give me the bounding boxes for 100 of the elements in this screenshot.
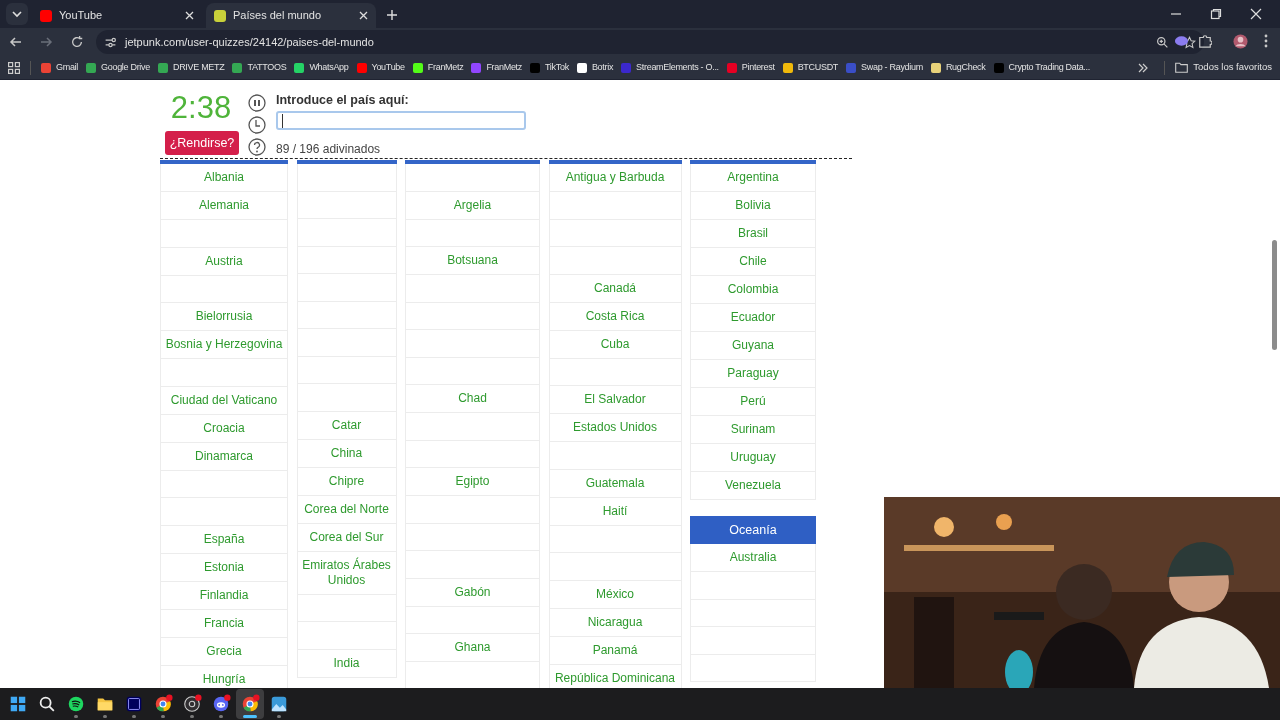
restore-icon[interactable] (1210, 8, 1222, 20)
answer-cell: Botsuana (405, 247, 540, 275)
answer-cell: Gabón (405, 578, 540, 607)
recorder-icon[interactable] (182, 694, 202, 714)
prompt-label: Introduce el país aquí: (276, 93, 410, 107)
answer-cell: Ecuador (690, 304, 816, 332)
answer-cell: Finlandia (160, 581, 288, 610)
answer-cell: Antigua y Barbuda (548, 164, 682, 192)
bookmark[interactable]: Google Drive (86, 60, 150, 75)
star-icon[interactable] (1183, 35, 1196, 49)
answer-cell: Emiratos Árabes Unidos (296, 551, 397, 595)
browser-icon[interactable] (153, 694, 173, 714)
answer-cell: Egipto (405, 468, 540, 496)
answer-cell: Estonia (160, 553, 288, 582)
chat-app-icon[interactable] (211, 694, 231, 714)
answer-cell: Alemania (160, 192, 288, 220)
site-settings-icon[interactable] (104, 35, 117, 49)
bookmark[interactable]: RugCheck (930, 60, 986, 75)
answer-cell: Bosnia y Herzegovina (160, 331, 288, 359)
video-editor-icon[interactable] (124, 694, 144, 714)
scrollbar-thumb[interactable] (1272, 240, 1277, 350)
answer-cell: Australia (690, 544, 816, 572)
bookmark[interactable]: Swap - Raydium (846, 60, 923, 75)
answer-cell: Surinam (690, 416, 816, 444)
answer-cell: Austria (160, 247, 288, 276)
clock-icon[interactable] (248, 116, 266, 134)
give-up-button[interactable]: ¿Rendirse? (164, 131, 240, 155)
answer-cell: Corea del Norte (296, 495, 397, 524)
answer-cell: Haití (548, 497, 682, 526)
start-icon[interactable] (8, 694, 28, 714)
answer-cell: Bielorrusia (160, 303, 288, 331)
bookmark[interactable]: FranMetz (412, 60, 464, 75)
answer-cell: Argelia (405, 191, 540, 220)
answer-cell: Chipre (296, 467, 397, 496)
bookmark[interactable]: TikTok (530, 60, 569, 75)
bookmark[interactable]: Gmail (41, 60, 78, 75)
answer-cell: España (160, 525, 288, 554)
bookmark[interactable]: Pinterest (726, 60, 775, 75)
avatar-icon[interactable] (1233, 34, 1248, 49)
tab-list-icon[interactable] (6, 3, 28, 25)
bookmarks-folder[interactable]: Todos los favoritos (1175, 60, 1272, 75)
bookmark[interactable]: BTCUSDT (782, 60, 839, 75)
new-tab-icon[interactable] (386, 9, 398, 21)
close-icon[interactable] (1250, 8, 1262, 20)
timer-text: 2:38 (170, 90, 232, 126)
answer-cell: Paraguay (690, 360, 816, 388)
answer-cell: Uruguay (690, 444, 816, 472)
answer-cell: Argentina (690, 164, 816, 192)
answer-cell: China (296, 439, 397, 468)
bookmark[interactable]: WhatsApp (294, 60, 349, 75)
country-input[interactable] (276, 111, 526, 130)
menu-icon[interactable] (1264, 34, 1268, 48)
music-app-icon[interactable] (66, 694, 86, 714)
browser-tab[interactable]: Países del mundo (206, 3, 376, 28)
answer-cell: Panamá (548, 636, 682, 665)
browser-icon[interactable] (240, 694, 260, 714)
close-icon[interactable] (185, 11, 194, 20)
puzzle-icon[interactable] (1198, 34, 1212, 48)
address-bar[interactable]: jetpunk.com/user-quizzes/24142/paises-del-mundo (96, 30, 1204, 54)
reload-icon[interactable] (70, 35, 84, 49)
bookmark[interactable]: Botrix (576, 60, 614, 75)
answer-cell: Chile (690, 248, 816, 276)
answer-cell: Costa Rica (548, 302, 682, 331)
zoom-icon[interactable] (1156, 35, 1169, 49)
answer-cell: Bolivia (690, 192, 816, 220)
search-icon[interactable] (37, 694, 57, 714)
bookmark[interactable]: YouTube (356, 60, 405, 75)
answer-cell: Chad (405, 385, 540, 413)
answer-cell: Albania (160, 164, 288, 192)
url-text: jetpunk.com/user-quizzes/24142/paises-del-mundo (125, 34, 375, 50)
answer-cell: Catar (296, 411, 397, 440)
pause-icon[interactable] (248, 94, 266, 112)
close-icon[interactable] (359, 11, 368, 20)
answer-cell: Perú (690, 388, 816, 416)
answer-cell: Cuba (548, 330, 682, 359)
answer-cell: Guatemala (548, 469, 682, 498)
answer-cell: Ghana (405, 634, 540, 662)
answer-cell: Dinamarca (160, 442, 288, 471)
answer-cell: Guyana (690, 332, 816, 360)
bookmark[interactable]: FranMetz (471, 60, 522, 75)
section-heading: Oceanía (690, 516, 816, 544)
answer-cell: México (548, 580, 682, 609)
bookmark[interactable]: StreamElements - O... (621, 60, 719, 75)
extension-icon[interactable] (1174, 35, 1189, 47)
bookmark[interactable]: TATTOOS (232, 60, 287, 75)
answer-cell: Venezuela (690, 472, 816, 500)
answer-cell: Ciudad del Vaticano (160, 386, 288, 415)
bookmark[interactable]: Crypto Trading Data... (993, 60, 1090, 75)
answer-cell: Canadá (548, 274, 682, 303)
help-icon[interactable] (248, 138, 266, 156)
folder-icon (1175, 62, 1189, 73)
answer-cell: Nicaragua (548, 608, 682, 637)
browser-tab[interactable]: YouTube (32, 3, 202, 28)
chevron-icon[interactable] (1138, 62, 1149, 73)
taskbar-button[interactable] (236, 689, 264, 719)
answer-cell: India (296, 649, 397, 678)
bookmark[interactable]: DRIVE METZ (157, 60, 225, 75)
answer-cell: Colombia (690, 276, 816, 304)
apps-icon[interactable] (8, 61, 20, 74)
photos-icon[interactable] (269, 694, 289, 714)
